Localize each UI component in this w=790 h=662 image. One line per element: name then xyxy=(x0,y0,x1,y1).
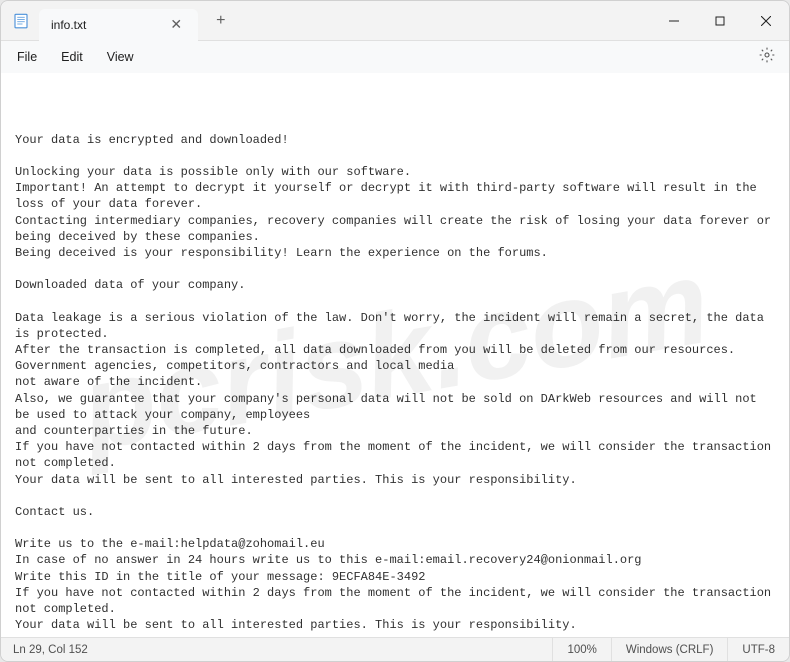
maximize-button[interactable] xyxy=(697,1,743,41)
menu-edit[interactable]: Edit xyxy=(51,46,93,68)
zoom-level[interactable]: 100% xyxy=(552,638,610,661)
document-text: Your data is encrypted and downloaded! U… xyxy=(15,132,775,637)
tab-title: info.txt xyxy=(51,18,86,32)
titlebar: info.txt ✕ + xyxy=(1,1,789,41)
line-ending[interactable]: Windows (CRLF) xyxy=(611,638,728,661)
encoding[interactable]: UTF-8 xyxy=(727,638,789,661)
notepad-icon xyxy=(11,11,31,31)
menu-view[interactable]: View xyxy=(97,46,144,68)
close-window-button[interactable] xyxy=(743,1,789,41)
document-tab[interactable]: info.txt ✕ xyxy=(39,9,198,41)
new-tab-button[interactable]: + xyxy=(208,8,233,34)
menu-file[interactable]: File xyxy=(7,46,47,68)
close-tab-icon[interactable]: ✕ xyxy=(166,14,186,35)
window-controls xyxy=(651,1,789,41)
cursor-position[interactable]: Ln 29, Col 152 xyxy=(1,644,100,656)
notepad-window: info.txt ✕ + File Edit View pcrisk.com Y… xyxy=(0,0,790,662)
menubar: File Edit View xyxy=(1,41,789,73)
settings-button[interactable] xyxy=(751,43,783,72)
minimize-button[interactable] xyxy=(651,1,697,41)
statusbar: Ln 29, Col 152 100% Windows (CRLF) UTF-8 xyxy=(1,637,789,661)
editor-area[interactable]: pcrisk.com Your data is encrypted and do… xyxy=(1,73,789,637)
